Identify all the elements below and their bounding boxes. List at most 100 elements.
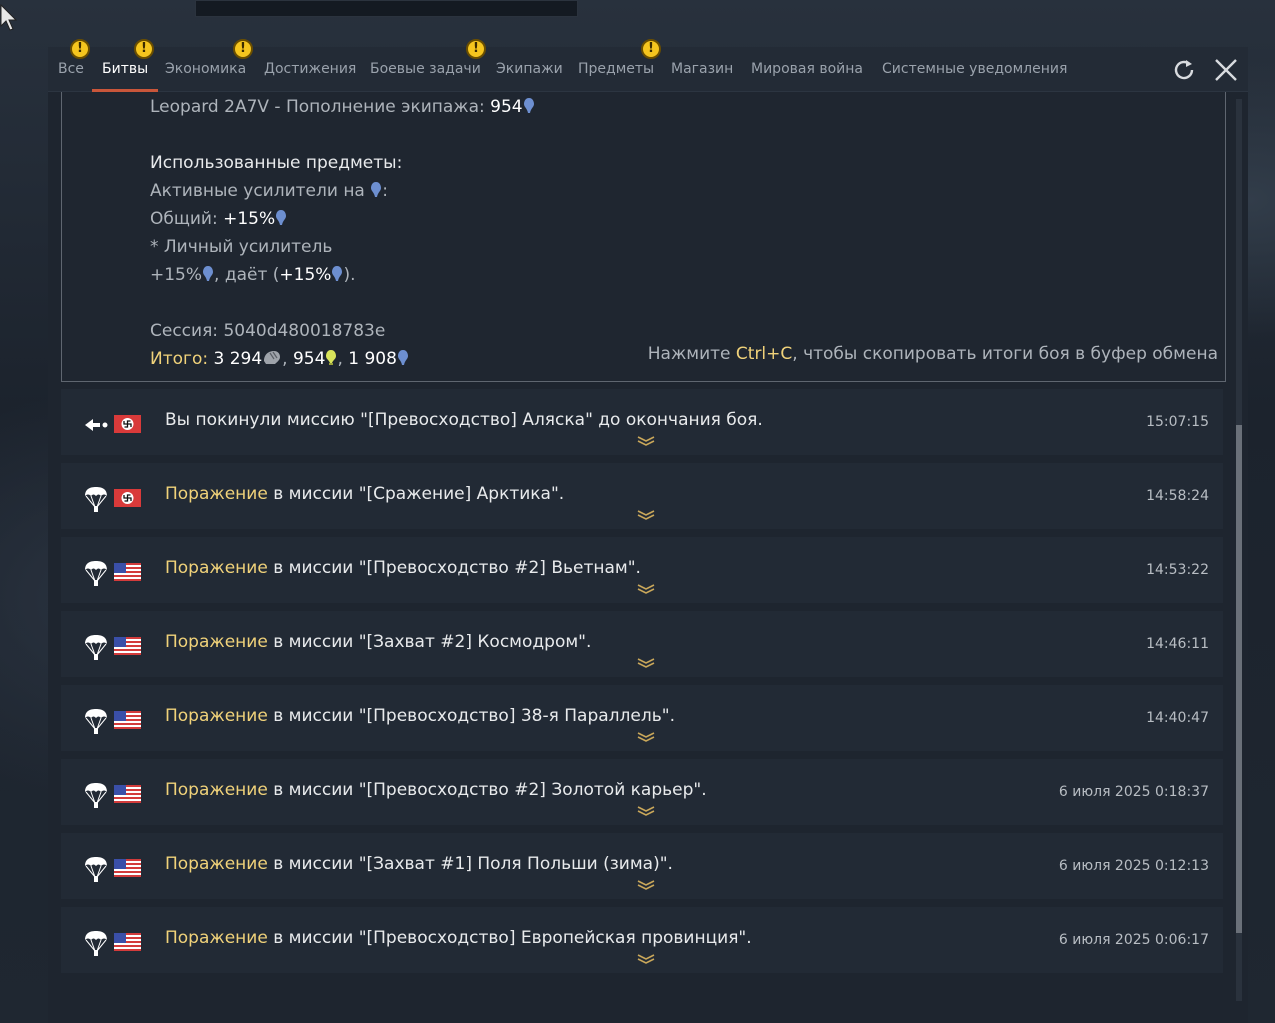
top-bar bbox=[195, 0, 578, 17]
battle-result: Поражение bbox=[165, 780, 268, 800]
crew-experience-icon bbox=[326, 350, 337, 365]
flag-usa-icon bbox=[114, 711, 141, 729]
battle-result: Поражение bbox=[165, 706, 268, 726]
tab-battles[interactable]: Битвы ! bbox=[92, 39, 159, 92]
warning-icon: ! bbox=[233, 39, 253, 59]
battle-time: 6 июля 2025 0:18:37 bbox=[1058, 784, 1209, 800]
battle-time: 14:53:22 bbox=[1146, 562, 1209, 578]
battle-message: Поражение в миссии "[Превосходство #2] В… bbox=[165, 558, 641, 578]
parachute-icon bbox=[83, 559, 109, 587]
battle-row[interactable]: Поражение в миссии "[Превосходство] Евро… bbox=[61, 907, 1223, 973]
warning-icon: ! bbox=[466, 39, 486, 59]
used-items-header: Использованные предметы: bbox=[150, 153, 403, 173]
battle-row[interactable]: Вы покинули миссию "[Превосходство] Аляс… bbox=[61, 389, 1223, 455]
total-line: Итого: 3 294, 954, 1 908 bbox=[150, 349, 409, 369]
battle-mission-text: в миссии "[Превосходство] Европейская пр… bbox=[267, 928, 752, 948]
battle-row[interactable]: Поражение в миссии "[Сражение] Арктика".… bbox=[61, 463, 1223, 529]
scrollbar-thumb[interactable] bbox=[1236, 425, 1242, 933]
session-line: Сессия: 5040d480018783e bbox=[150, 321, 386, 341]
expand-chevron-icon[interactable] bbox=[636, 805, 656, 817]
battle-row[interactable]: Поражение в миссии "[Превосходство] 38-я… bbox=[61, 685, 1223, 751]
expand-chevron-icon[interactable] bbox=[636, 509, 656, 521]
battle-message: Поражение в миссии "[Сражение] Арктика". bbox=[165, 484, 564, 504]
battle-time: 6 июля 2025 0:12:13 bbox=[1058, 858, 1209, 874]
battle-mission-text: в миссии "[Сражение] Арктика". bbox=[267, 484, 565, 504]
flag-usa-icon bbox=[114, 563, 141, 581]
battle-result: Поражение bbox=[165, 484, 268, 504]
battle-row[interactable]: Поражение в миссии "[Захват #1] Поля Пол… bbox=[61, 833, 1223, 899]
battle-time: 14:40:47 bbox=[1146, 710, 1209, 726]
messages-window: Все ! Битвы ! Экономика ! Достижения Бое… bbox=[48, 39, 1248, 1023]
warning-icon: ! bbox=[134, 39, 154, 59]
battle-result: Поражение bbox=[165, 632, 268, 652]
battle-details-panel: Leopard 2A7V - Пополнение экипажа: 954 И… bbox=[61, 92, 1226, 382]
tab-bar: Все ! Битвы ! Экономика ! Достижения Бое… bbox=[48, 39, 1248, 92]
battle-row[interactable]: Поражение в миссии "[Превосходство #2] В… bbox=[61, 537, 1223, 603]
expand-chevron-icon[interactable] bbox=[636, 731, 656, 743]
battle-message: Поражение в миссии "[Захват #1] Поля Пол… bbox=[165, 854, 673, 874]
tab-world-war[interactable]: Мировая война bbox=[751, 47, 863, 92]
research-points-icon bbox=[523, 98, 534, 113]
mouse-cursor-icon bbox=[0, 4, 18, 31]
flag-germany-icon bbox=[114, 489, 141, 507]
research-points-icon bbox=[371, 182, 382, 197]
battle-result: Поражение bbox=[165, 854, 268, 874]
copy-hint: Нажмите Ctrl+C, чтобы скопировать итоги … bbox=[647, 344, 1218, 364]
tab-items[interactable]: Предметы ! bbox=[578, 39, 661, 92]
battle-mission-text: в миссии "[Захват #1] Поля Польши (зима)… bbox=[267, 854, 673, 874]
flag-usa-icon bbox=[114, 933, 141, 951]
battle-time: 14:58:24 bbox=[1146, 488, 1209, 504]
personal-booster-line: * Личный усилитель bbox=[150, 237, 333, 257]
parachute-icon bbox=[83, 929, 109, 957]
battle-mission-text: в миссии "[Захват #2] Космодром". bbox=[267, 632, 592, 652]
tab-system-notifications[interactable]: Системные уведомления bbox=[882, 47, 1067, 92]
silver-lions-icon bbox=[264, 351, 281, 364]
battle-message: Поражение в миссии "[Захват #2] Космодро… bbox=[165, 632, 591, 652]
battle-message: Вы покинули миссию "[Превосходство] Аляс… bbox=[165, 410, 763, 430]
battle-row[interactable]: Поражение в миссии "[Превосходство #2] З… bbox=[61, 759, 1223, 825]
research-points-icon bbox=[276, 210, 287, 225]
parachute-icon bbox=[83, 485, 109, 513]
leave-icon bbox=[83, 411, 109, 439]
warning-icon: ! bbox=[70, 39, 90, 59]
tab-crews[interactable]: Экипажи bbox=[496, 47, 563, 92]
battle-message: Поражение в миссии "[Превосходство] 38-я… bbox=[165, 706, 675, 726]
expand-chevron-icon[interactable] bbox=[636, 879, 656, 891]
battle-mission-text: Вы покинули миссию "[Превосходство] Аляс… bbox=[165, 410, 763, 430]
flag-usa-icon bbox=[114, 859, 141, 877]
battle-time: 14:46:11 bbox=[1146, 636, 1209, 652]
battle-time: 6 июля 2025 0:06:17 bbox=[1058, 932, 1209, 948]
tab-battle-tasks[interactable]: Боевые задачи ! bbox=[370, 39, 486, 92]
research-points-icon bbox=[203, 266, 214, 281]
expand-chevron-icon[interactable] bbox=[636, 953, 656, 965]
parachute-icon bbox=[83, 781, 109, 809]
general-booster-line: Общий: +15% bbox=[150, 209, 287, 229]
flag-usa-icon bbox=[114, 785, 141, 803]
battle-message: Поражение в миссии "[Превосходство] Евро… bbox=[165, 928, 752, 948]
tab-all[interactable]: Все ! bbox=[58, 39, 90, 92]
tab-store[interactable]: Магазин bbox=[671, 47, 733, 92]
expand-chevron-icon[interactable] bbox=[636, 657, 656, 669]
battle-row[interactable]: Поражение в миссии "[Захват #2] Космодро… bbox=[61, 611, 1223, 677]
personal-booster-value-line: +15%, даёт (+15%). bbox=[150, 265, 356, 285]
flag-usa-icon bbox=[114, 637, 141, 655]
active-boosters-line: Активные усилители на : bbox=[150, 181, 388, 201]
expand-chevron-icon[interactable] bbox=[636, 583, 656, 595]
tab-achievements[interactable]: Достижения bbox=[264, 47, 356, 92]
battle-result: Поражение bbox=[165, 558, 268, 578]
warning-icon: ! bbox=[641, 39, 661, 59]
battle-mission-text: в миссии "[Превосходство #2] Золотой кар… bbox=[267, 780, 707, 800]
expand-chevron-icon[interactable] bbox=[636, 435, 656, 447]
research-points-icon bbox=[397, 350, 408, 365]
crew-replenish-line: Leopard 2A7V - Пополнение экипажа: 954 bbox=[150, 97, 535, 117]
battle-result: Поражение bbox=[165, 928, 268, 948]
battle-mission-text: в миссии "[Превосходство #2] Вьетнам". bbox=[267, 558, 641, 578]
parachute-icon bbox=[83, 633, 109, 661]
tab-economy[interactable]: Экономика ! bbox=[165, 39, 253, 92]
battle-message: Поражение в миссии "[Превосходство #2] З… bbox=[165, 780, 707, 800]
battle-mission-text: в миссии "[Превосходство] 38-я Параллель… bbox=[267, 706, 675, 726]
flag-germany-icon bbox=[114, 415, 141, 433]
parachute-icon bbox=[83, 855, 109, 883]
refresh-icon[interactable] bbox=[1169, 55, 1199, 85]
close-icon[interactable] bbox=[1211, 55, 1241, 85]
